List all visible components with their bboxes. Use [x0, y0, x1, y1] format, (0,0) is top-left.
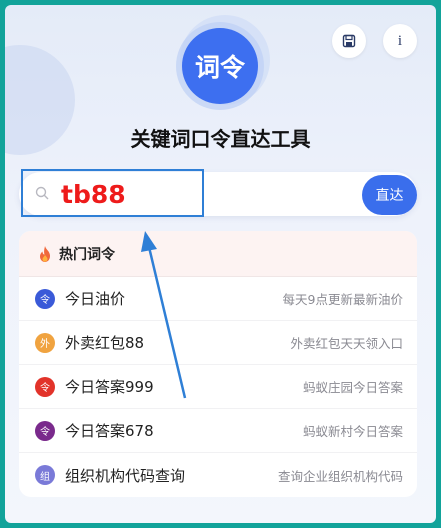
item-label: 外卖红包88	[65, 334, 145, 352]
hot-list-title: 热门词令	[59, 246, 115, 263]
hot-item[interactable]: 令 今日答案678 蚂蚁新村今日答案	[19, 409, 417, 453]
page-title: 关键词口令直达工具	[130, 127, 311, 151]
item-desc: 查询企业组织机构代码	[277, 468, 403, 484]
hot-list-header: 热门词令	[19, 231, 417, 277]
item-badge-icon: 令	[35, 420, 55, 441]
item-badge-icon: 令	[35, 376, 55, 397]
go-button[interactable]: 直达	[362, 175, 417, 215]
save-button[interactable]	[332, 24, 366, 58]
hot-item[interactable]: 令 今日油价 每天9点更新最新油价	[19, 277, 417, 321]
fire-icon	[40, 245, 50, 262]
save-icon	[342, 34, 356, 48]
app-frame: 词令 i 关键词口令直达工具 直达 热门词令 令 今日油价	[5, 5, 436, 523]
item-label: 今日油价	[65, 290, 126, 308]
item-badge-icon: 外	[35, 332, 55, 353]
logo-text: 词令	[194, 53, 245, 82]
annotation-box	[21, 169, 204, 217]
hot-list-card: 热门词令 令 今日油价 每天9点更新最新油价 外 外卖红包88 外卖红包天天领入…	[19, 231, 417, 497]
item-label: 今日答案678	[65, 422, 154, 440]
item-badge-icon: 令	[35, 288, 55, 309]
item-desc: 蚂蚁庄园今日答案	[302, 380, 403, 395]
hot-item[interactable]: 外 外卖红包88 外卖红包天天领入口	[19, 321, 417, 365]
item-label: 今日答案999	[65, 378, 154, 396]
hot-item[interactable]: 令 今日答案999 蚂蚁庄园今日答案	[19, 365, 417, 409]
item-desc: 每天9点更新最新油价	[282, 292, 403, 307]
item-desc: 蚂蚁新村今日答案	[302, 424, 403, 439]
hot-item[interactable]: 组 组织机构代码查询 查询企业组织机构代码	[19, 453, 417, 497]
info-icon: i	[397, 32, 403, 49]
item-label: 组织机构代码查询	[65, 466, 186, 485]
item-desc: 外卖红包天天领入口	[290, 336, 403, 351]
app-logo: 词令	[182, 28, 258, 104]
info-button[interactable]: i	[383, 24, 417, 58]
item-badge-icon: 组	[35, 465, 55, 485]
